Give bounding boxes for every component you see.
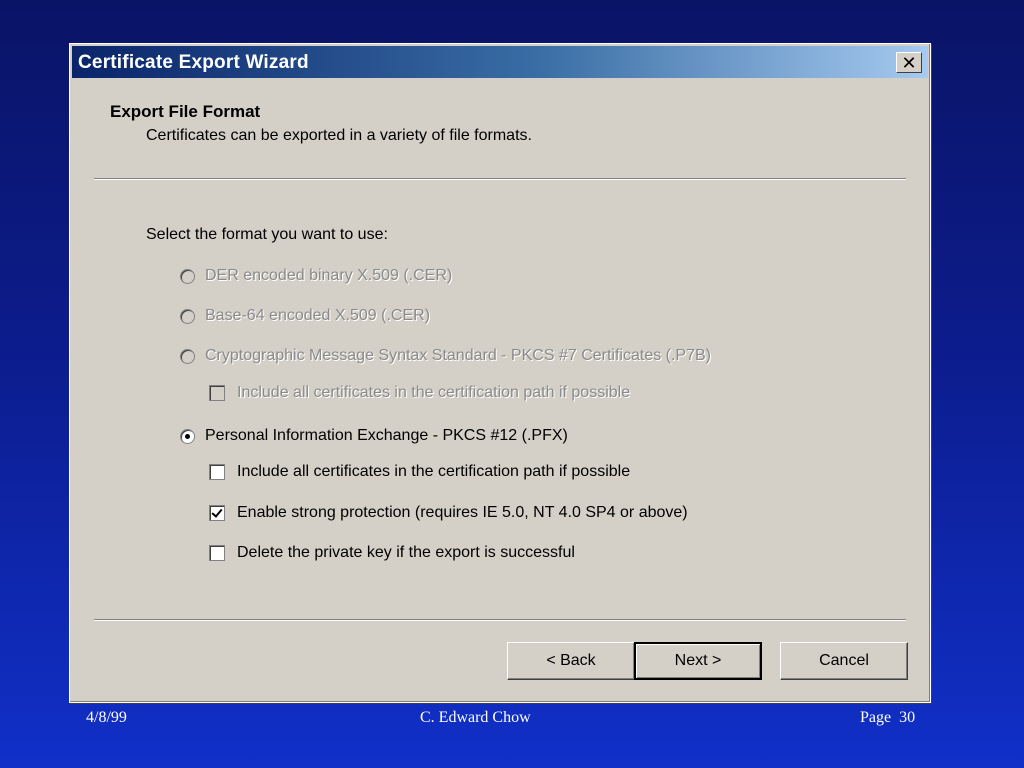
radio-pkcs12-pfx[interactable]: Personal Information Exchange - PKCS #12… [180,427,568,445]
radio-base64-cer[interactable]: Base-64 encoded X.509 (.CER) [180,307,430,325]
checkbox-delete-private-key[interactable]: Delete the private key if the export is … [209,544,575,562]
radio-base64-cer-label: Base-64 encoded X.509 (.CER) [205,307,431,324]
window-title: Certificate Export Wizard [78,52,309,73]
radio-pkcs12-pfx-label: Personal Information Exchange - PKCS #12… [205,427,568,444]
page-subtitle: Certificates can be exported in a variet… [146,127,532,144]
wizard-header: Export File Format Certificates can be e… [70,80,930,180]
radio-pkcs12-pfx-indicator [180,428,195,444]
slide-page-number: Page 30 [860,709,916,726]
radio-base64-cer-indicator [180,308,195,324]
radio-der-cer-indicator [180,268,195,284]
radio-pkcs7-p7b-label: Cryptographic Message Syntax Standard - … [205,347,711,364]
footer-divider [94,619,906,621]
checkbox-pfx-include-path-label: Include all certificates in the certific… [237,463,631,480]
checkbox-delete-private-key-label: Delete the private key if the export is … [237,544,575,561]
checkbox-strong-protection[interactable]: Enable strong protection (requires IE 5.… [209,504,688,522]
next-button[interactable]: Next > [634,642,762,680]
close-icon: ✕ [901,52,917,73]
checkbox-p7b-include-path-label: Include all certificates in the certific… [237,384,631,401]
close-button[interactable]: ✕ [896,52,922,73]
checkbox-pfx-include-path-box [209,464,225,480]
checkbox-delete-private-key-box [209,545,225,561]
slide-author: C. Edward Chow [420,709,531,726]
checkbox-p7b-include-path[interactable]: Include all certificates in the certific… [209,384,630,402]
radio-pkcs7-p7b[interactable]: Cryptographic Message Syntax Standard - … [180,347,711,365]
page-title: Export File Format [110,102,261,121]
header-divider [94,178,906,180]
certificate-export-wizard-dialog: Certificate Export Wizard ✕ Export File … [69,43,931,703]
back-button[interactable]: < Back [507,642,635,680]
slide-date: 4/8/99 [86,709,127,726]
radio-der-cer[interactable]: DER encoded binary X.509 (.CER) [180,267,452,285]
radio-pkcs7-p7b-indicator [180,348,195,364]
checkbox-strong-protection-box [209,505,225,521]
format-prompt: Select the format you want to use: [146,226,388,243]
checkbox-pfx-include-path[interactable]: Include all certificates in the certific… [209,463,630,481]
radio-der-cer-label: DER encoded binary X.509 (.CER) [205,267,453,284]
title-bar[interactable]: Certificate Export Wizard ✕ [72,46,928,78]
checkbox-p7b-include-path-box [209,385,225,401]
cancel-button[interactable]: Cancel [780,642,908,680]
checkbox-strong-protection-label: Enable strong protection (requires IE 5.… [237,504,688,521]
